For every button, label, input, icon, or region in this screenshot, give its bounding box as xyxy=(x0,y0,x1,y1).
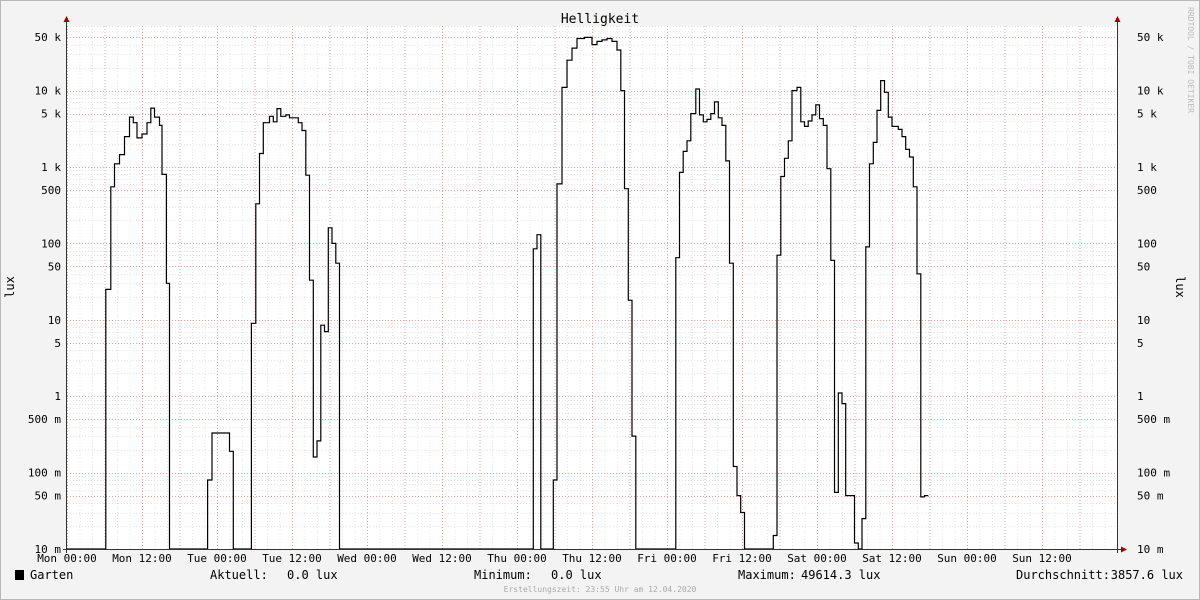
y-tick-label-left: 100 xyxy=(41,237,61,250)
chart-canvas: 50 k 10 k 5 k 1 k 500 100 50 10 5 1 500 m 100 m 50 m… xyxy=(0,0,1200,600)
x-tick-label: Fri 12:00 xyxy=(712,552,772,565)
x-tick-label: Tue 12:00 xyxy=(262,552,322,565)
x-tick-label: Fri 00:00 xyxy=(637,552,697,565)
y-tick-label-right: 100 m xyxy=(1137,467,1170,480)
y-axis-label-left: lux xyxy=(3,276,17,298)
y-tick-label-left: 5 k xyxy=(41,108,61,121)
y-tick-label-right: 10 m xyxy=(1137,543,1164,556)
x-tick-label: Mon 00:00 xyxy=(37,552,97,565)
y-tick-label-right: 50 m xyxy=(1137,490,1164,503)
generation-timestamp: Erstellungszeit: 23:55 Uhr am 12.04.2020 xyxy=(504,585,697,594)
y-tick-label-right: 500 m xyxy=(1137,413,1170,426)
y-axis-label-right: lux xyxy=(1173,276,1187,298)
legend-current-label: Aktuell: xyxy=(210,568,268,582)
chart-title: Helligkeit xyxy=(561,12,639,27)
y-tick-label-left: 50 k xyxy=(35,31,62,44)
y-tick-label-left: 1 k xyxy=(41,161,61,174)
x-tick-label: Wed 00:00 xyxy=(337,552,397,565)
y-tick-label-right: 100 xyxy=(1137,237,1157,250)
x-tick-label: Thu 00:00 xyxy=(487,552,547,565)
legend-swatch-garten xyxy=(15,570,24,580)
legend-series-name: Garten xyxy=(30,568,73,582)
y-tick-label-left: 10 xyxy=(48,314,61,327)
x-tick-label: Tue 00:00 xyxy=(187,552,247,565)
y-tick-label-right: 1 k xyxy=(1137,161,1157,174)
legend-avg-label: Durchschnitt: xyxy=(1016,568,1110,582)
y-tick-label-right: 50 xyxy=(1137,260,1150,273)
x-tick-label: Sat 00:00 xyxy=(787,552,847,565)
y-tick-label-left: 5 xyxy=(54,337,61,350)
y-tick-label-left: 1 xyxy=(54,390,61,403)
y-tick-label-right: 5 xyxy=(1137,337,1144,350)
legend-current-value: 0.0 lux xyxy=(287,568,338,582)
y-tick-label-left: 100 m xyxy=(28,467,61,480)
x-tick-label: Sun 12:00 xyxy=(1012,552,1072,565)
x-tick-label: Thu 12:00 xyxy=(562,552,622,565)
legend-min-value: 0.0 lux xyxy=(551,568,602,582)
y-tick-label-right: 500 xyxy=(1137,184,1157,197)
y-tick-label-right: 10 xyxy=(1137,314,1150,327)
y-tick-label-left: 500 xyxy=(41,184,61,197)
y-tick-label-left: 50 m xyxy=(35,490,62,503)
x-tick-label: Sat 12:00 xyxy=(862,552,922,565)
legend-min-label: Minimum: xyxy=(474,568,532,582)
x-tick-label: Mon 12:00 xyxy=(112,552,172,565)
rrdtool-watermark: RRDTOOL / TOBI OETIKER xyxy=(1186,7,1195,113)
x-tick-label: Sun 00:00 xyxy=(937,552,997,565)
y-tick-label-left: 500 m xyxy=(28,413,61,426)
y-tick-label-right: 5 k xyxy=(1137,108,1157,121)
y-tick-label-right: 50 k xyxy=(1137,31,1164,44)
y-tick-label-left: 50 xyxy=(48,260,61,273)
legend-max-value: 49614.3 lux xyxy=(801,568,880,582)
legend-max-label: Maximum: xyxy=(738,568,796,582)
y-tick-label-right: 10 k xyxy=(1137,85,1164,98)
y-tick-label-left: 10 k xyxy=(35,85,62,98)
x-tick-label: Wed 12:00 xyxy=(412,552,472,565)
legend-avg-value: 3857.6 lux xyxy=(1111,568,1183,582)
y-tick-label-right: 1 xyxy=(1137,390,1144,403)
